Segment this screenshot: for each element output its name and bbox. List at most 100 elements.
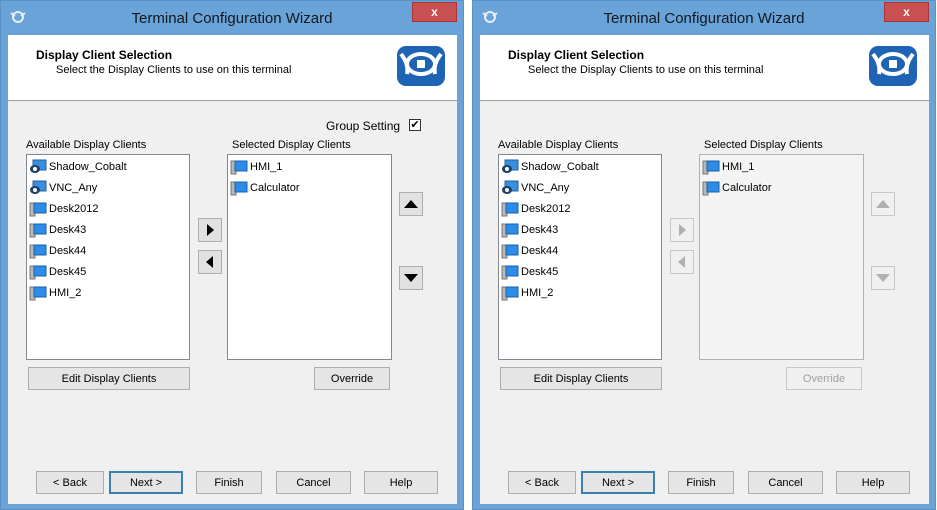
list-item[interactable]: HMI_2	[29, 284, 81, 302]
list-item[interactable]: HMI_1	[702, 158, 754, 176]
list-item-label: Desk44	[49, 245, 87, 257]
move-down-button[interactable]	[399, 266, 423, 290]
arrow-left-icon	[206, 256, 213, 268]
list-item[interactable]: Desk2012	[501, 200, 571, 218]
thinmanager-logo-icon	[397, 46, 445, 86]
list-item-label: HMI_1	[722, 161, 755, 173]
move-up-button[interactable]	[399, 192, 423, 216]
arrow-down-icon	[876, 274, 890, 282]
list-item[interactable]: HMI_1	[230, 158, 282, 176]
list-item[interactable]: Calculator	[702, 179, 772, 197]
desktop-client-icon	[501, 265, 519, 280]
list-item[interactable]: VNC_Any	[501, 179, 569, 197]
list-item-label: VNC_Any	[521, 182, 570, 194]
checkmark-icon: ✔	[410, 119, 420, 131]
move-down-button[interactable]	[871, 266, 895, 290]
list-item[interactable]: Desk2012	[29, 200, 99, 218]
list-item-label: HMI_2	[49, 287, 82, 299]
help-button[interactable]: Help	[364, 471, 438, 494]
back-button[interactable]: < Back	[36, 471, 104, 494]
desktop-client-icon	[501, 244, 519, 259]
selected-clients-label: Selected Display Clients	[232, 139, 351, 151]
edit-display-clients-button[interactable]: Edit Display Clients	[28, 367, 190, 390]
list-item[interactable]: HMI_2	[501, 284, 553, 302]
next-button[interactable]: Next >	[109, 471, 183, 494]
list-item-label: Desk43	[521, 224, 559, 236]
finish-button[interactable]: Finish	[196, 471, 262, 494]
cancel-button[interactable]: Cancel	[748, 471, 823, 494]
desktop-client-icon	[29, 286, 47, 301]
shadow-client-icon	[502, 159, 519, 173]
add-client-button[interactable]	[198, 218, 222, 242]
wizard-window-disabled: Terminal Configuration Wizard x Display …	[472, 0, 936, 510]
desktop-client-icon	[230, 181, 248, 196]
list-item[interactable]: Desk43	[501, 221, 558, 239]
desktop-client-icon	[702, 181, 720, 196]
page-subtitle: Select the Display Clients to use on thi…	[528, 64, 764, 76]
wizard-header: Display Client Selection Select the Disp…	[8, 35, 457, 101]
list-item-label: Shadow_Cobalt	[521, 161, 599, 173]
list-item[interactable]: Desk45	[29, 263, 86, 281]
list-item[interactable]: Calculator	[230, 179, 300, 197]
move-up-button[interactable]	[871, 192, 895, 216]
help-button[interactable]: Help	[836, 471, 910, 494]
remove-client-button[interactable]	[670, 250, 694, 274]
window-title: Terminal Configuration Wizard	[131, 10, 333, 27]
thinmanager-logo-icon	[869, 46, 917, 86]
list-item-label: Desk43	[49, 224, 87, 236]
desktop-client-icon	[501, 223, 519, 238]
remove-client-button[interactable]	[198, 250, 222, 274]
list-item-label: Shadow_Cobalt	[49, 161, 127, 173]
group-setting-checkbox[interactable]: ✔	[409, 119, 421, 131]
list-item[interactable]: Shadow_Cobalt	[501, 158, 599, 176]
arrow-up-icon	[876, 200, 890, 208]
title-bar[interactable]: Terminal Configuration Wizard x	[1, 1, 463, 35]
selected-clients-list[interactable]: HMI_1 Calculator	[699, 154, 864, 360]
override-button[interactable]: Override	[314, 367, 390, 390]
list-item-label: VNC_Any	[49, 182, 98, 194]
arrow-right-icon	[207, 224, 214, 236]
arrow-right-icon	[679, 224, 686, 236]
desktop-client-icon	[29, 223, 47, 238]
list-item-label: Desk2012	[49, 203, 99, 215]
list-item[interactable]: Desk44	[501, 242, 558, 260]
add-client-button[interactable]	[670, 218, 694, 242]
list-item-label: HMI_1	[250, 161, 283, 173]
override-button[interactable]: Override	[786, 367, 862, 390]
wizard-body: Display Client Selection Select the Disp…	[480, 35, 929, 504]
selected-clients-list[interactable]: HMI_1 Calculator	[227, 154, 392, 360]
desktop-client-icon	[702, 160, 720, 175]
page-title: Display Client Selection	[508, 48, 645, 62]
desktop-client-icon	[501, 286, 519, 301]
back-button[interactable]: < Back	[508, 471, 576, 494]
list-item-label: Desk44	[521, 245, 559, 257]
list-item-label: Calculator	[722, 182, 772, 194]
list-item[interactable]: VNC_Any	[29, 179, 97, 197]
cancel-button[interactable]: Cancel	[276, 471, 351, 494]
list-item[interactable]: Shadow_Cobalt	[29, 158, 127, 176]
title-bar[interactable]: Terminal Configuration Wizard x	[473, 1, 935, 35]
list-item-label: Desk45	[49, 266, 87, 278]
close-button[interactable]: x	[412, 2, 457, 22]
finish-button[interactable]: Finish	[668, 471, 734, 494]
wizard-window-enabled: Terminal Configuration Wizard x Display …	[0, 0, 464, 510]
arrow-up-icon	[404, 200, 418, 208]
list-item[interactable]: Desk43	[29, 221, 86, 239]
list-item-label: Desk45	[521, 266, 559, 278]
arrow-down-icon	[404, 274, 418, 282]
available-clients-list[interactable]: Shadow_Cobalt VNC_Any Desk2012 Desk43 De…	[26, 154, 190, 360]
next-button[interactable]: Next >	[581, 471, 655, 494]
list-item[interactable]: Desk45	[501, 263, 558, 281]
vnc-client-icon	[30, 180, 47, 194]
vnc-client-icon	[502, 180, 519, 194]
window-title: Terminal Configuration Wizard	[603, 10, 805, 27]
available-clients-list[interactable]: Shadow_Cobalt VNC_Any Desk2012 Desk43 De…	[498, 154, 662, 360]
desktop-client-icon	[29, 202, 47, 217]
edit-display-clients-button[interactable]: Edit Display Clients	[500, 367, 662, 390]
close-button[interactable]: x	[884, 2, 929, 22]
list-item-label: Desk2012	[521, 203, 571, 215]
arrow-left-icon	[678, 256, 685, 268]
shadow-client-icon	[30, 159, 47, 173]
list-item[interactable]: Desk44	[29, 242, 86, 260]
desktop-client-icon	[501, 202, 519, 217]
